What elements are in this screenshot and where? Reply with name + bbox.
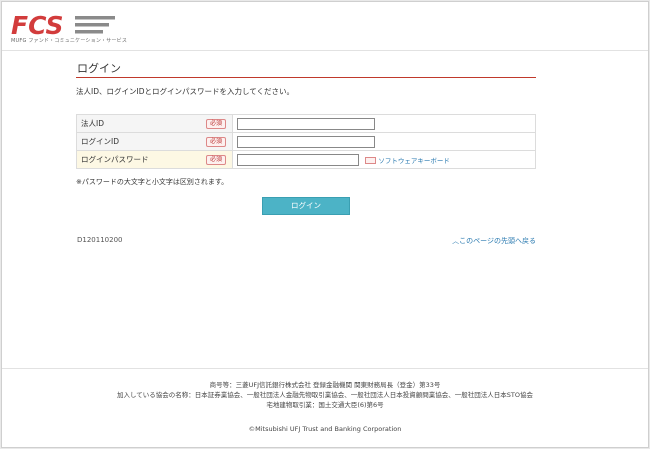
form-row-login-id: ログインID 必須 [76, 132, 536, 151]
screen-code: D120110200 [77, 236, 123, 244]
software-keyboard-link[interactable]: ソフトウェアキーボード [365, 155, 450, 165]
login-password-input[interactable] [237, 153, 359, 166]
back-to-top-link[interactable]: ︿このページの先頭へ戻る [452, 236, 536, 246]
page-title: ログイン [76, 62, 536, 78]
input-cell: ソフトウェアキーボード [232, 150, 536, 169]
label-cell: 法人ID 必須 [76, 114, 233, 133]
page-frame: FCS MUFG ファンド・コミュニケーション・サービス ログイン 法人ID、ロ… [1, 1, 649, 448]
login-form-table: 法人ID 必須 ログインID 必須 ログインパスワード 必須 ソフトウェアキーボ… [76, 114, 536, 169]
field-label: ログインパスワード [81, 155, 149, 164]
software-keyboard-label: ソフトウェアキーボード [378, 156, 450, 165]
copyright: ©Mitsubishi UFJ Trust and Banking Corpor… [248, 425, 402, 433]
corporate-id-input[interactable] [237, 117, 375, 130]
input-cell [232, 114, 536, 133]
footer-line-1: 商号等：三菱UFJ信託銀行株式会社 登録金融機関 関東財務局長（登金）第33号 [209, 381, 441, 389]
logo-subtitle: MUFG ファンド・コミュニケーション・サービス [11, 38, 128, 44]
required-badge: 必須 [205, 137, 226, 147]
required-badge: 必須 [205, 155, 226, 165]
footer: 商号等：三菱UFJ信託銀行株式会社 登録金融機関 関東財務局長（登金）第33号 … [2, 368, 648, 434]
bottom-row: D120110200 ︿このページの先頭へ戻る [76, 236, 536, 248]
footer-line-2: 加入している協会の名称：日本証券業協会、一般社団法人金融先物取引業協会、一般社団… [116, 391, 534, 399]
label-cell: ログインパスワード 必須 [76, 150, 233, 169]
label-cell: ログインID 必須 [76, 132, 233, 151]
password-note: ※パスワードの大文字と小文字は区別されます。 [76, 178, 229, 186]
form-row-login-password: ログインパスワード 必須 ソフトウェアキーボード [76, 150, 536, 169]
login-main: ログイン 法人ID、ログインIDとログインパスワードを入力してください。 法人I… [76, 62, 536, 248]
keyboard-icon [365, 157, 377, 164]
login-button[interactable]: ログイン [262, 197, 350, 215]
footer-line-3: 宅地建物取引業：国土交通大臣(6)第6号 [266, 401, 384, 409]
intro-text: 法人ID、ログインIDとログインパスワードを入力してください。 [76, 87, 295, 96]
input-cell [232, 132, 536, 151]
login-id-input[interactable] [237, 135, 375, 148]
form-row-corporate-id: 法人ID 必須 [76, 114, 536, 133]
required-badge: 必須 [205, 119, 226, 129]
header: FCS MUFG ファンド・コミュニケーション・サービス [2, 2, 648, 51]
field-label: 法人ID [81, 119, 104, 128]
back-to-top-label: このページの先頭へ戻る [459, 237, 536, 245]
field-label: ログインID [81, 137, 119, 146]
logo-text: FCS [11, 11, 64, 40]
